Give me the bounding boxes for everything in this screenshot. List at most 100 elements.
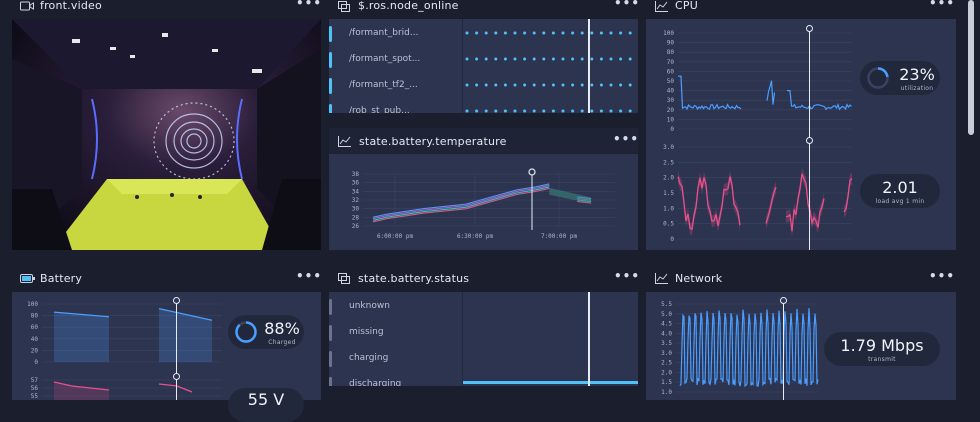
node-online-dot	[571, 31, 575, 35]
node-row-indicator	[329, 78, 332, 94]
cpu-utilization-gauge	[867, 67, 889, 89]
battery-temp-menu-button[interactable]: •••	[613, 132, 639, 146]
cpu-title: CPU	[675, 0, 698, 12]
node-online-dot	[542, 83, 546, 87]
video-image	[12, 19, 321, 250]
line-chart-icon	[655, 273, 668, 284]
node-online-dot	[465, 109, 469, 113]
node-row-indicator	[329, 26, 332, 42]
node-row-label[interactable]: /formant_brid...	[349, 28, 418, 38]
cpu-bot-y-tick-label: 0	[670, 236, 674, 243]
bat-bot-y-tick-label: 56	[31, 385, 39, 392]
cpu-header: CPU •••	[655, 0, 955, 12]
cpu-top-y-tick-label: 80	[667, 49, 675, 56]
temp-y-tick-label: 26	[352, 223, 360, 230]
bat-top-y-tick-label: 40	[31, 336, 39, 343]
video-frame[interactable]	[12, 19, 321, 250]
page-scrollbar[interactable]	[968, 0, 974, 135]
node-online-dot	[523, 83, 527, 87]
network-cursor-handle[interactable]	[780, 297, 787, 304]
layers-icon	[338, 273, 350, 284]
network-menu-button[interactable]: •••	[929, 269, 955, 283]
node-online-dot	[513, 31, 517, 35]
status-row-indicator	[329, 325, 332, 341]
discharging-state-bar	[463, 381, 638, 384]
cpu-cursor-handle-bottom[interactable]	[806, 137, 813, 144]
node-online-dot	[542, 57, 546, 61]
node-online-dot	[599, 31, 603, 35]
status-row-label[interactable]: missing	[349, 327, 384, 337]
node-online-dot	[619, 109, 623, 113]
node-online-dot	[590, 57, 594, 61]
cpu-usage-chart[interactable]: 1009080706050403020100	[646, 19, 856, 135]
battery-header: Battery •••	[20, 269, 322, 286]
battery-cursor-line[interactable]	[176, 300, 177, 400]
cpu-top-y-tick-label: 100	[663, 30, 674, 37]
network-transmit-label: transmit	[868, 356, 896, 363]
node-online-dot	[561, 109, 565, 113]
temp-range-band	[549, 187, 592, 204]
net-y-tick-label: 1.0	[661, 389, 672, 396]
status-cursor-line[interactable]	[588, 292, 590, 386]
battery-panel: 100 80 60 40 20 0 57 56 55 88% Charged 55 V	[12, 292, 321, 422]
node-online-dot	[561, 31, 565, 35]
node-online-dot	[494, 57, 498, 61]
network-header: Network •••	[655, 269, 955, 286]
node-online-dot	[590, 83, 594, 87]
node-online-dot	[619, 31, 623, 35]
cpu-top-y-tick-label: 20	[667, 107, 675, 114]
cpu-cursor-handle-top[interactable]	[806, 25, 813, 32]
status-row-indicator	[329, 299, 332, 315]
battery-status-title: state.battery.status	[358, 272, 470, 285]
video-menu-button[interactable]: •••	[296, 0, 322, 10]
node-row-indicator	[329, 52, 332, 68]
node-online-dot	[494, 31, 498, 35]
cpu-menu-button[interactable]: •••	[929, 0, 955, 10]
net-y-tick-label: 1.5	[661, 379, 672, 386]
node-online-dot	[503, 57, 507, 61]
battery-status-menu-button[interactable]: •••	[614, 269, 640, 283]
temp-y-tick-label: 34	[352, 188, 360, 195]
temp-x-tick-label: 7:00:00 pm	[541, 233, 578, 240]
battery-temp-chart[interactable]: 38 3634 32 3028 26 6:00:00 pm 6:30:00 pm 7:00:0…	[329, 154, 638, 250]
battery-status-panel: unknown missing charging discharging	[329, 292, 638, 386]
battery-cursor-handle-top[interactable]	[173, 297, 180, 304]
battery-voltage-chart[interactable]: 575655	[12, 370, 227, 400]
cpu-load-chart[interactable]: 3.0 2.5 2.0 1.5 1.0 0.5 0	[646, 135, 856, 250]
node-online-dots	[465, 83, 632, 87]
node-online-dot	[513, 57, 517, 61]
node-row-label[interactable]: /formant_spot...	[349, 54, 420, 64]
battery-charge-chart[interactable]: 100 80 60 40 20 0	[12, 292, 227, 370]
node-online-dot	[494, 83, 498, 87]
network-cursor-line[interactable]	[783, 300, 784, 400]
network-transmit-card: 1.79 Mbps transmit	[824, 332, 940, 366]
cpu-top-y-tick-label: 70	[667, 59, 675, 66]
network-transmit-chart[interactable]: 5.5 5.0 4.5 4.0 3.5 3.0 2.5 2.0 1.5 1.0	[646, 292, 826, 400]
node-online-dot	[465, 57, 469, 61]
node-row-label[interactable]: /formant_tf2_...	[349, 80, 418, 90]
net-y-tick-label: 3.5	[661, 340, 672, 347]
node-online-dot	[484, 83, 488, 87]
node-online-title: $.ros.node_online	[358, 0, 459, 12]
cpu-top-y-tick-label: 10	[667, 116, 675, 123]
battery-temp-header: state.battery.temperature •••	[329, 128, 638, 154]
battery-charge-value: 88%	[264, 319, 300, 338]
network-transmit-line	[679, 308, 819, 388]
node-row-label[interactable]: /rob_st_pub...	[349, 106, 410, 113]
node-online-dot	[513, 109, 517, 113]
battery-cursor-handle-bottom[interactable]	[173, 373, 180, 380]
bat-bot-y-tick-label: 57	[31, 377, 39, 384]
battery-menu-button[interactable]: •••	[296, 269, 322, 283]
status-row-label[interactable]: unknown	[349, 301, 390, 311]
node-online-dot	[609, 109, 613, 113]
node-row-indicator	[329, 104, 332, 113]
node-online-dot	[542, 31, 546, 35]
cpu-utilization-card: 23% utilization	[860, 61, 940, 95]
battery-status-divider	[462, 292, 463, 386]
node-online-dot	[475, 83, 479, 87]
cpu-top-y-tick-label: 90	[667, 40, 675, 47]
status-row-label[interactable]: discharging	[349, 379, 401, 386]
node-online-dots	[465, 31, 632, 35]
node-online-menu-button[interactable]: •••	[614, 0, 640, 10]
status-row-label[interactable]: charging	[349, 353, 388, 363]
